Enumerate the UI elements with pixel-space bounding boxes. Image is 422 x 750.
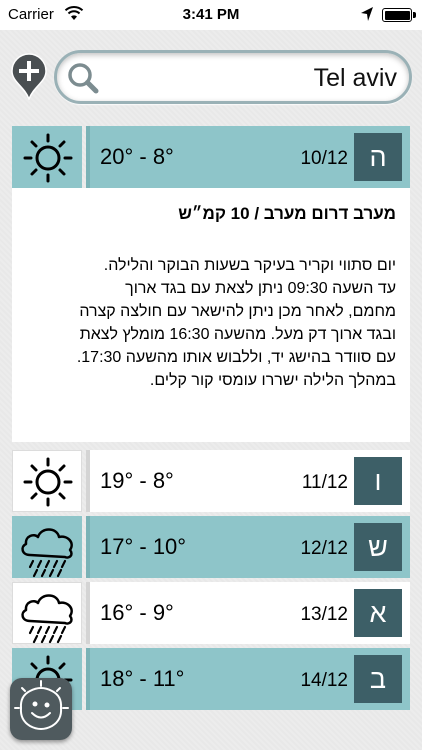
cloud-rain-icon [21, 594, 73, 644]
smiley-sun-icon [14, 680, 69, 730]
forecast-list: 20° - 8° 10/12 ה מערב דרום מערב / 10 קמ״… [12, 126, 410, 714]
cloud-rain-icon [21, 528, 73, 578]
description-line: במהלך הלילה ישררו עומסי קור קלים. [149, 372, 396, 389]
description-line: ובגד ארוך דק מעל. מהשעה 16:30 מומלץ לצאת [79, 326, 396, 343]
forecast-bar: 16° - 9° 13/12 א [86, 582, 410, 644]
sun-icon [23, 133, 73, 183]
forecast-bar: 19° - 8° 11/12 ו [86, 450, 410, 512]
forecast-date: 14/12 [300, 670, 348, 691]
status-bar: Carrier 3:41 PM [0, 0, 422, 30]
forecast-bar: 20° - 8° 10/12 ה [86, 126, 410, 188]
day-badge: ב [354, 655, 402, 703]
search-icon [68, 63, 99, 94]
day-badge: ש [354, 523, 402, 571]
forecast-date: 12/12 [300, 538, 348, 559]
app-menu-button[interactable] [10, 678, 72, 740]
forecast-detail-panel: מערב דרום מערב / 10 קמ״ש יום סתווי וקריר… [12, 188, 410, 442]
forecast-row[interactable]: 20° - 8° 10/12 ה [12, 126, 410, 188]
search-box[interactable] [54, 50, 412, 104]
weather-icon-cell [12, 582, 82, 644]
temperature-range: 16° - 9° [100, 600, 174, 625]
clock: 3:41 PM [182, 6, 240, 23]
forecast-row[interactable]: 19° - 8° 11/12 ו [12, 450, 410, 512]
forecast-date: 13/12 [300, 604, 348, 625]
battery-icon [382, 8, 416, 22]
day-badge: ה [354, 133, 402, 181]
location-arrow-icon [361, 7, 373, 21]
description-line: עם סוודר בהישג יד, וללבוש אותו מהשעה 17:… [76, 349, 396, 366]
temperature-range: 18° - 11° [100, 666, 185, 691]
forecast-date: 10/12 [300, 148, 348, 169]
forecast-description: יום סתווי וקריר בעיקר בשעות הבוקר והלילה… [26, 254, 396, 392]
battery-level [384, 10, 410, 20]
add-location-pin-icon[interactable] [10, 52, 48, 100]
weather-icon-cell [12, 450, 82, 512]
search-input[interactable] [107, 61, 397, 95]
description-line: יום סתווי וקריר בעיקר בשעות הבוקר והלילה… [103, 257, 396, 274]
temperature-range: 19° - 8° [100, 468, 174, 493]
wind-info: מערב דרום מערב / 10 קמ״ש [178, 204, 396, 223]
temperature-range: 17° - 10° [100, 534, 187, 559]
weather-icon-cell [12, 516, 82, 578]
forecast-date: 11/12 [301, 472, 348, 493]
forecast-bar: 18° - 11° 14/12 ב [86, 648, 410, 710]
description-line: מחמם, לאחר מכן ניתן להישאר עם חולצה קצרה [79, 303, 396, 320]
temperature-range: 20° - 8° [100, 144, 174, 169]
forecast-row[interactable]: 17° - 10° 12/12 ש [12, 516, 410, 578]
description-line: עד השעה 09:30 ניתן לצאת עם בגד ארוך [125, 280, 396, 297]
forecast-bar: 17° - 10° 12/12 ש [86, 516, 410, 578]
weather-icon-cell [12, 126, 82, 188]
sun-icon [23, 457, 73, 507]
day-badge: ו [354, 457, 402, 505]
forecast-row[interactable]: 16° - 9° 13/12 א [12, 582, 410, 644]
day-badge: א [354, 589, 402, 637]
